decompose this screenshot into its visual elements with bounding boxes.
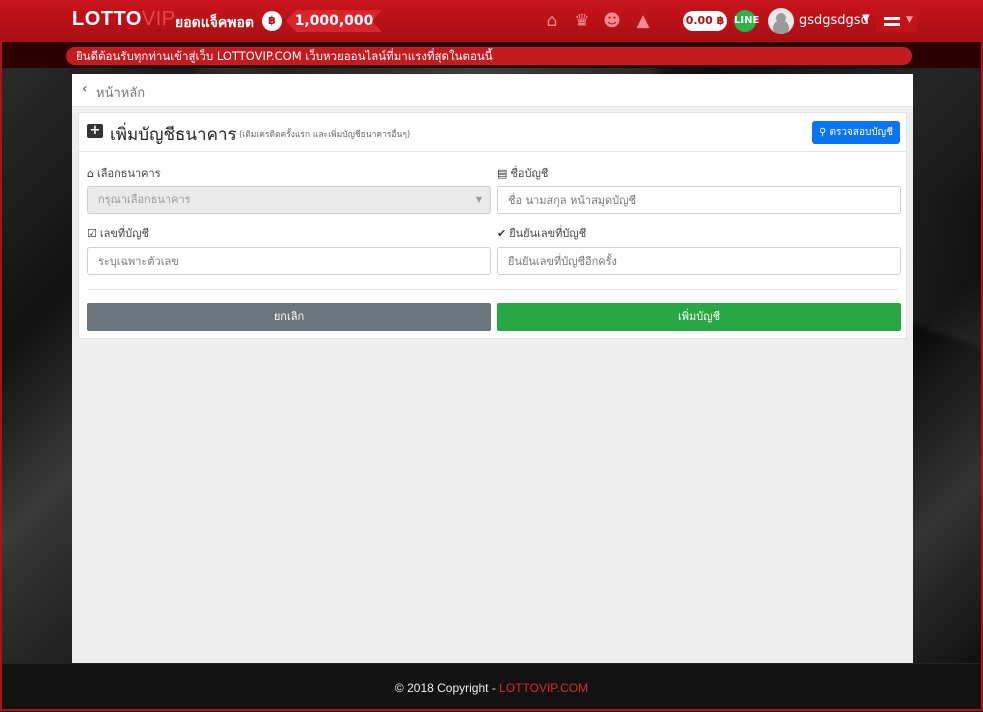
check-account-button[interactable]: ⚲ ตรวจสอบบัญชี [812, 121, 900, 144]
add-account-button[interactable]: เพิ่มบัญชี [497, 303, 901, 331]
card-header: + เพิ่มบัญชีธนาคาร (เติมเครดิตครั้งแรก แ… [79, 113, 906, 152]
credit-balance-badge[interactable]: 0.00 ฿ [683, 11, 727, 31]
page-subtitle: (เติมเครดิตครั้งแรก และเพิ่มบัญชีธนาคารอ… [239, 130, 411, 140]
top-navbar: LOTTOVIP ยอดแจ็คพอต ฿ 1,000,000 ⌂ ♛ ☻ ▲ … [0, 0, 983, 43]
jackpot-coin-icon: ฿ [262, 11, 282, 31]
back-home-link[interactable]: หน้าหลัก [96, 82, 145, 103]
account-name-field[interactable] [497, 186, 901, 214]
users-icon[interactable]: ☻ [602, 11, 622, 31]
clipboard-check-icon: ☑ [87, 227, 97, 240]
cancel-button[interactable]: ยกเลิก [87, 303, 491, 331]
add-bank-account-card: + เพิ่มบัญชีธนาคาร (เติมเครดิตครั้งแรก แ… [78, 112, 907, 339]
bell-icon[interactable]: ▲ [633, 11, 653, 31]
id-card-icon: ▤ [497, 167, 508, 180]
menu-dropdown-icon: ▼ [906, 15, 913, 25]
username[interactable]: gsdgsdgsd [799, 13, 869, 28]
copyright-text: © 2018 Copyright - LOTTOVIP.COM [0, 681, 983, 695]
confirm-account-number-label: ✔ ยืนยันเลขที่บัญชี [497, 224, 586, 242]
form-divider [87, 289, 898, 290]
account-name-label: ▤ ชื่อบัญชี [497, 164, 548, 182]
frame-border-left [0, 42, 2, 711]
footer: © 2018 Copyright - LOTTOVIP.COM [0, 663, 983, 712]
site-logo[interactable]: LOTTOVIP [72, 8, 176, 31]
double-check-icon: ✔ [497, 227, 507, 240]
menu-icon-bar [884, 23, 900, 26]
home-icon[interactable]: ⌂ [542, 11, 562, 31]
bank-select-value: กรุณาเลือกธนาคาร [98, 193, 191, 206]
chevron-left-icon[interactable]: ‹ [82, 81, 88, 97]
logo-accent-text: VIP [141, 8, 176, 30]
chevron-down-icon: ▼ [475, 195, 482, 204]
account-number-label: ☑ เลขที่บัญชี [87, 224, 149, 242]
bank-label: ⌂ เลือกธนาคาร [87, 164, 161, 182]
menu-icon [884, 17, 900, 20]
folder-plus-icon: + [87, 124, 103, 138]
jackpot-label: ยอดแจ็คพอต [175, 15, 255, 31]
page-title: เพิ่มบัญชีธนาคาร [110, 125, 237, 145]
footer-brand-link[interactable]: LOTTOVIP.COM [499, 681, 588, 695]
account-number-label-text: เลขที่บัญชี [99, 227, 149, 240]
confirm-account-number-label-text: ยืนยันเลขที่บัญชี [509, 227, 587, 240]
jackpot-value: 1,000,000 [286, 10, 382, 32]
logo-text: LOTTO [72, 8, 142, 30]
account-name-label-text: ชื่อบัญชี [510, 167, 549, 180]
copyright-label: © 2018 Copyright - [394, 681, 500, 695]
confirm-account-number-field[interactable] [497, 247, 901, 275]
avatar[interactable] [768, 8, 794, 34]
bank-label-text: เลือกธนาคาร [96, 167, 161, 180]
line-chat-icon[interactable]: LINE [734, 10, 759, 32]
account-number-field[interactable] [87, 247, 491, 275]
bank-icon: ⌂ [87, 167, 94, 180]
breadcrumb: ‹ หน้าหลัก [72, 74, 913, 107]
chevron-down-icon[interactable]: ▼ [862, 13, 870, 24]
announcement-bar: ยินดีต้อนรับทุกท่านเข้าสู่เว็บ LOTTOVIP.… [0, 42, 983, 68]
main-content: ‹ หน้าหลัก + เพิ่มบัญชีธนาคาร (เติมเครดิ… [72, 74, 913, 663]
menu-button[interactable]: ▼ [876, 10, 918, 32]
search-icon: ⚲ [819, 127, 830, 138]
trophy-icon[interactable]: ♛ [572, 11, 592, 31]
check-account-label: ตรวจสอบบัญชี [829, 127, 893, 138]
bank-select[interactable]: กรุณาเลือกธนาคาร ▼ [87, 186, 491, 214]
announcement-text: ยินดีต้อนรับทุกท่านเข้าสู่เว็บ LOTTOVIP.… [66, 47, 912, 65]
